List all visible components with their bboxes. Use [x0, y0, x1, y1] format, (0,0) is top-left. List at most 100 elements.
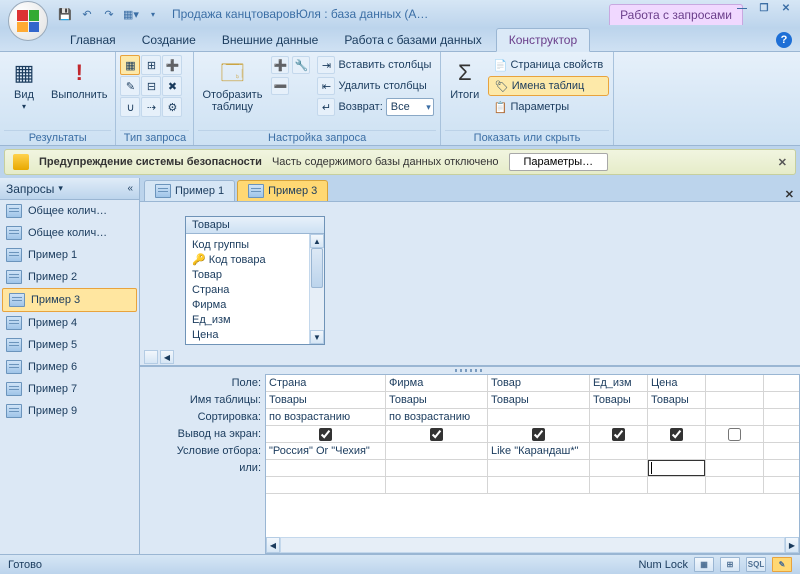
nav-item[interactable]: Пример 4: [0, 312, 139, 334]
grid-cell[interactable]: [590, 409, 648, 425]
sql-view-btn[interactable]: SQL: [746, 557, 766, 572]
table-window-products[interactable]: Товары Код группы🔑 Код товараТоварСтрана…: [185, 216, 325, 345]
grid-scroll-right-icon[interactable]: ▶: [785, 537, 799, 553]
qat-customize-icon[interactable]: ▾: [144, 5, 162, 23]
grid-cell[interactable]: [488, 409, 590, 425]
grid-cell[interactable]: Товары: [266, 392, 386, 408]
grid-cell[interactable]: Товар: [488, 375, 590, 391]
table-names-button[interactable]: 🏷Имена таблиц: [488, 76, 609, 96]
grid-cell[interactable]: Страна: [266, 375, 386, 391]
append-icon[interactable]: ➕: [162, 55, 182, 75]
undo-icon[interactable]: ↶: [78, 5, 96, 23]
scroll-up-icon[interactable]: ▲: [310, 234, 324, 248]
nav-item[interactable]: Пример 1: [0, 244, 139, 266]
doc-tab-example3[interactable]: Пример 3: [237, 180, 328, 201]
grid-cell[interactable]: [706, 392, 764, 408]
security-close-button[interactable]: ✕: [778, 156, 787, 169]
grid-cell[interactable]: [706, 443, 764, 459]
show-checkbox[interactable]: [430, 428, 443, 441]
grid-cell[interactable]: Товары: [648, 392, 706, 408]
grid-cell[interactable]: "Россия" Or "Чехия": [266, 443, 386, 459]
grid-cell[interactable]: Товары: [488, 392, 590, 408]
doc-tab-example1[interactable]: Пример 1: [144, 180, 235, 201]
grid-cell[interactable]: [386, 477, 488, 493]
show-checkbox[interactable]: [612, 428, 625, 441]
h-scroll-track[interactable]: [174, 350, 796, 364]
pivot-view-btn[interactable]: ⊞: [720, 557, 740, 572]
nav-item[interactable]: Общее колич…: [0, 222, 139, 244]
design-view-btn[interactable]: ✎: [772, 557, 792, 572]
grid-cell[interactable]: [590, 426, 648, 442]
grid-cell[interactable]: Like "Карандаш*": [488, 443, 590, 459]
table-window-title[interactable]: Товары: [186, 217, 324, 234]
restore-button[interactable]: ❐: [754, 2, 774, 14]
redo-icon[interactable]: ↷: [100, 5, 118, 23]
office-button[interactable]: [8, 1, 48, 41]
delete-query-icon[interactable]: ✖: [162, 76, 182, 96]
view-button[interactable]: ▦ Вид ▾: [4, 55, 44, 115]
grid-cell[interactable]: [488, 477, 590, 493]
nav-item[interactable]: Общее колич…: [0, 200, 139, 222]
tab-external-data[interactable]: Внешние данные: [210, 29, 331, 51]
nav-item[interactable]: Пример 2: [0, 266, 139, 288]
grid-cell[interactable]: по возрастанию: [266, 409, 386, 425]
grid-cell[interactable]: [706, 477, 764, 493]
field-list[interactable]: Код группы🔑 Код товараТоварСтранаФирмаЕд…: [186, 234, 309, 344]
help-icon[interactable]: ?: [776, 32, 792, 48]
grid-cell[interactable]: [648, 460, 706, 476]
select-query-icon[interactable]: ▦: [120, 55, 140, 75]
document-close-button[interactable]: ✕: [785, 188, 794, 201]
grid-cell[interactable]: [488, 460, 590, 476]
grid-cell[interactable]: [386, 426, 488, 442]
grid-cell[interactable]: [648, 426, 706, 442]
nav-item[interactable]: Пример 5: [0, 334, 139, 356]
scroll-thumb[interactable]: [311, 248, 323, 288]
grid-cell[interactable]: [488, 426, 590, 442]
close-button[interactable]: ✕: [776, 2, 796, 14]
field-item[interactable]: Фирма: [192, 298, 303, 313]
field-item[interactable]: Цена: [192, 328, 303, 343]
property-sheet-button[interactable]: 📄Страница свойств: [488, 55, 609, 75]
field-item[interactable]: Код группы: [192, 238, 303, 253]
grid-cell[interactable]: [386, 443, 488, 459]
grid-cell[interactable]: Товары: [386, 392, 488, 408]
run-button[interactable]: ! Выполнить: [47, 55, 111, 103]
field-item[interactable]: Ед_изм: [192, 313, 303, 328]
update-icon[interactable]: ✎: [120, 76, 140, 96]
grid-cell[interactable]: Фирма: [386, 375, 488, 391]
show-table-button[interactable]: 🗔 Отобразить таблицу: [198, 55, 266, 115]
grid-cell[interactable]: Товары: [590, 392, 648, 408]
insert-columns-button[interactable]: ⇥Вставить столбцы: [315, 55, 435, 75]
grid-cell[interactable]: [706, 460, 764, 476]
insert-rows-icon[interactable]: ➕: [271, 56, 289, 74]
tab-home[interactable]: Главная: [58, 29, 128, 51]
design-grid[interactable]: СтранаФирмаТоварЕд_измЦенаТоварыТоварыТо…: [265, 374, 800, 554]
grid-h-track[interactable]: [280, 537, 785, 553]
totals-button[interactable]: Σ Итоги: [445, 55, 485, 103]
nav-header[interactable]: Запросы ▾ «: [0, 178, 139, 200]
security-options-button[interactable]: Параметры…: [509, 153, 609, 171]
nav-item[interactable]: Пример 6: [0, 356, 139, 378]
splitter[interactable]: [140, 367, 800, 374]
scroll-down-icon[interactable]: ▼: [310, 330, 324, 344]
grid-cell[interactable]: [706, 409, 764, 425]
field-item[interactable]: Страна: [192, 283, 303, 298]
show-checkbox[interactable]: [319, 428, 332, 441]
make-table-icon[interactable]: ⊞: [141, 55, 161, 75]
tables-pane[interactable]: Товары Код группы🔑 Код товараТоварСтрана…: [140, 202, 800, 367]
record-selector-icon[interactable]: [144, 350, 158, 364]
return-combo[interactable]: Все: [386, 98, 434, 116]
show-checkbox[interactable]: [670, 428, 683, 441]
grid-cell[interactable]: [386, 460, 488, 476]
data-def-icon[interactable]: ⚙: [162, 97, 182, 117]
qat-more-icon[interactable]: ▦▾: [122, 5, 140, 23]
field-item[interactable]: Товар: [192, 268, 303, 283]
minimize-button[interactable]: —: [732, 2, 752, 14]
save-icon[interactable]: 💾: [56, 5, 74, 23]
grid-scroll-left-icon[interactable]: ◀: [266, 537, 280, 553]
tab-database-tools[interactable]: Работа с базами данных: [332, 29, 493, 51]
nav-item[interactable]: Пример 3: [2, 288, 137, 312]
grid-cell[interactable]: Цена: [648, 375, 706, 391]
table-scrollbar[interactable]: ▲ ▼: [309, 234, 324, 344]
tab-design[interactable]: Конструктор: [496, 28, 590, 52]
